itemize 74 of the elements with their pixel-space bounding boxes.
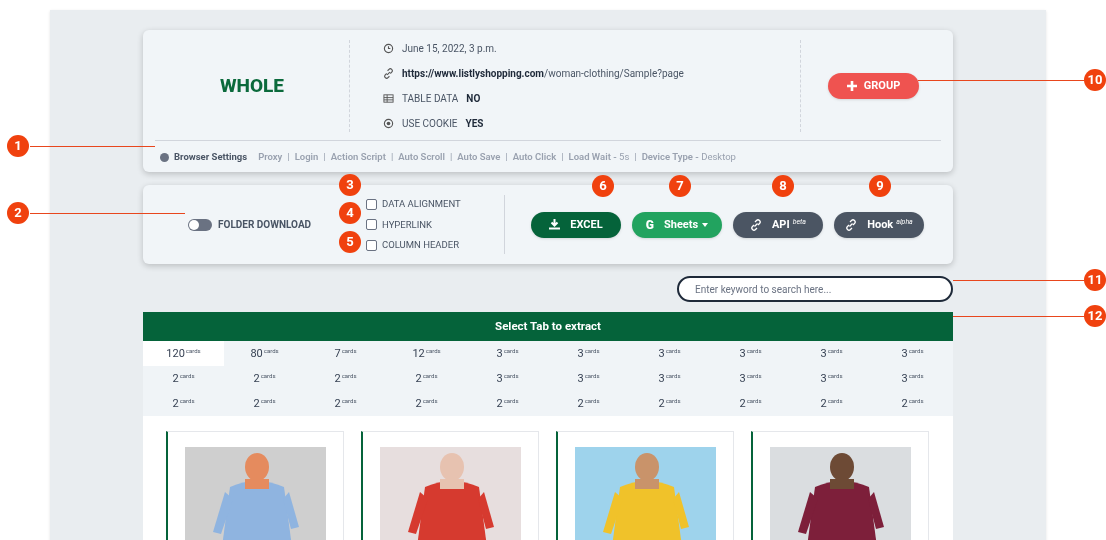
product-card[interactable]	[751, 431, 929, 540]
tab[interactable]: 3$^{cards}$	[791, 341, 872, 367]
callout-number: 12	[1084, 305, 1106, 327]
tab[interactable]: 3$^{cards}$	[710, 366, 791, 392]
fact-label: USE COOKIE	[402, 117, 458, 131]
plus-icon	[846, 81, 857, 91]
settings-title: Browser Settings	[174, 150, 248, 164]
tab[interactable]: 2$^{cards}$	[305, 391, 386, 417]
radio-icon	[383, 118, 394, 129]
tab[interactable]: 3$^{cards}$	[710, 341, 791, 367]
tab[interactable]: 2$^{cards}$	[386, 391, 467, 417]
separator: |	[561, 150, 564, 164]
checkbox-label: COLUMN HEADER	[382, 237, 460, 252]
tab[interactable]: 2$^{cards}$	[224, 366, 305, 392]
caret-icon	[702, 222, 709, 227]
separator: |	[323, 150, 326, 164]
url-link[interactable]: https://www.listlyshopping.com/woman-clothing/Sample?page	[402, 66, 684, 81]
tab[interactable]: 3$^{cards}$	[548, 341, 629, 367]
callout-number: 11	[1084, 269, 1106, 291]
tab[interactable]: 2$^{cards}$	[872, 391, 953, 417]
separator: |	[287, 150, 290, 164]
search-field[interactable]: Enter keyword to search here...	[677, 276, 953, 303]
tab[interactable]: 3$^{cards}$	[872, 341, 953, 367]
checkbox-label: HYPERLINK	[382, 217, 433, 232]
hook-button[interactable]: Hook $^{alpha}$	[834, 211, 924, 238]
tab[interactable]: 2$^{cards}$	[143, 391, 224, 417]
date-text: June 15, 2022, 3 p.m.	[402, 42, 497, 56]
fact-label: TABLE DATA	[402, 92, 459, 106]
tab[interactable]: 80$^{cards}$	[224, 341, 305, 367]
toggle-switch[interactable]	[188, 218, 212, 231]
separator: |	[450, 150, 453, 164]
checkbox[interactable]	[366, 239, 377, 251]
tab[interactable]: 2$^{cards}$	[305, 366, 386, 392]
product-card[interactable]	[361, 431, 539, 540]
tab[interactable]: 3$^{cards}$	[467, 341, 548, 367]
callout-number: 2	[7, 202, 29, 224]
tab[interactable]: 2$^{cards}$	[467, 391, 548, 417]
link-icon	[749, 218, 762, 231]
tab[interactable]: 2$^{cards}$	[629, 391, 710, 417]
callout-number: 1	[7, 135, 29, 157]
api-button[interactable]: API $^{beta}$	[733, 211, 823, 238]
checkbox-label: DATA ALIGNMENT	[382, 197, 461, 212]
tab[interactable]: 120$^{cards}$	[143, 341, 224, 367]
link-icon	[383, 68, 394, 79]
tabs-header: Select Tab to extract	[143, 312, 953, 342]
checkbox[interactable]	[366, 219, 377, 231]
link-icon	[845, 218, 858, 231]
tab[interactable]: 2$^{cards}$	[143, 366, 224, 392]
checkbox[interactable]	[366, 199, 377, 210]
fact-value: NO	[466, 92, 481, 106]
download-icon	[549, 219, 561, 231]
source-name: WHOLE	[220, 72, 284, 99]
tab[interactable]: 2$^{cards}$	[791, 391, 872, 417]
separator: |	[390, 150, 394, 164]
callout-number: 10	[1084, 69, 1106, 91]
separator: |	[634, 150, 637, 164]
table-icon	[383, 93, 394, 104]
excel-button[interactable]: EXCEL	[531, 211, 621, 238]
tab[interactable]: 2$^{cards}$	[386, 366, 467, 392]
tab[interactable]: 2$^{cards}$	[710, 391, 791, 417]
tab[interactable]: 2$^{cards}$	[224, 391, 305, 417]
tab[interactable]: 3$^{cards}$	[467, 366, 548, 392]
tab[interactable]: 12$^{cards}$	[386, 341, 467, 367]
clock-icon	[383, 43, 394, 54]
toggle-label: FOLDER DOWNLOAD	[218, 218, 312, 233]
separator: |	[505, 150, 508, 164]
tab[interactable]: 7$^{cards}$	[305, 341, 386, 367]
tab[interactable]: 3$^{cards}$	[548, 366, 629, 392]
tab[interactable]: 3$^{cards}$	[872, 366, 953, 392]
tab[interactable]: 3$^{cards}$	[629, 341, 710, 367]
tab[interactable]: 3$^{cards}$	[791, 366, 872, 392]
fact-value: YES	[465, 117, 484, 131]
tab[interactable]: 3$^{cards}$	[629, 366, 710, 392]
tab[interactable]: 2$^{cards}$	[548, 391, 629, 417]
